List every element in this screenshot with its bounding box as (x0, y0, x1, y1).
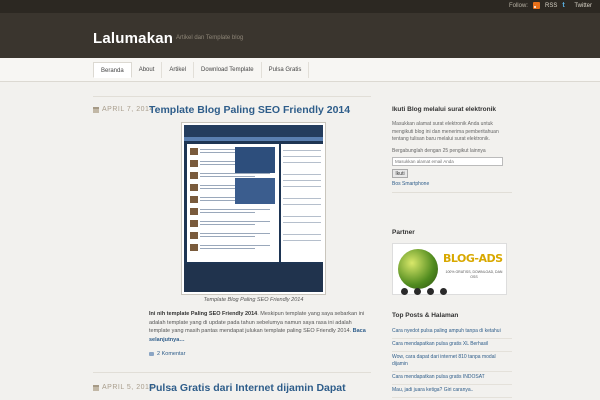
post-title[interactable]: Pulsa Gratis dari Internet dijamin Dapat (149, 382, 346, 394)
subscribe-heading: Ikuti Blog melalui surat elektronik (392, 106, 497, 113)
nav-bar: Beranda About Artikel Download Template … (0, 58, 600, 82)
nav-item-beranda[interactable]: Beranda (93, 62, 132, 78)
blog-ads-banner[interactable]: BLOG-ADS 100% GRATISS, DOWNLOAD, DAN OSS (392, 243, 507, 295)
calendar-icon (93, 106, 99, 113)
top-bar: Follow: RSS t Twitter (0, 0, 600, 13)
site-title[interactable]: Lalumakan (93, 30, 173, 47)
thumb-sidebar (281, 144, 323, 262)
ads-subtitle: 100% GRATISS, DOWNLOAD, DAN OSS (445, 270, 503, 279)
thumb-header (184, 125, 323, 137)
follow-button[interactable]: Ikuti (392, 169, 408, 178)
rss-link[interactable]: RSS (545, 3, 557, 9)
top-posts-heading: Top Posts & Halaman (392, 312, 459, 319)
excerpt-bold: Ini nih template Paling SEO Friendly 201… (149, 311, 258, 317)
list-item[interactable]: Cara mendapatkan pulsa gratis XL Berhasi… (392, 339, 512, 352)
sidebar-link[interactable]: Bos Smartphone (392, 181, 429, 187)
template-screenshot (184, 125, 323, 292)
subscribe-text: Masukkan alamat surat elektronik Anda un… (392, 121, 499, 142)
globe-icon (398, 249, 438, 289)
post-date: APRIL 5, 2014 (93, 384, 154, 391)
image-caption: Template Blog Paling SEO Friendly 2014 (203, 297, 304, 303)
list-item[interactable]: Cara nyedot pulsa paling ampuh tanpa di … (392, 326, 512, 339)
email-input[interactable] (392, 157, 503, 166)
post-image[interactable] (181, 122, 326, 295)
top-posts-list: Cara nyedot pulsa paling ampuh tanpa di … (392, 326, 512, 398)
list-item[interactable]: Wow, cara dapat dari internet 810 tanpa … (392, 352, 512, 372)
ads-figures (401, 288, 447, 295)
post-title[interactable]: Template Blog Paling SEO Friendly 2014 (149, 104, 350, 116)
nav-item-artikel[interactable]: Artikel (162, 62, 195, 78)
ads-title: BLOG-ADS (443, 252, 503, 265)
post-date-text: APRIL 5, 2014 (102, 384, 154, 391)
nav-item-about[interactable]: About (132, 62, 163, 78)
site-header: Lalumakan Artikel dan Template blog (0, 13, 600, 58)
post-date: APRIL 7, 2014 (93, 106, 154, 113)
nav-menu: Beranda About Artikel Download Template … (93, 62, 310, 78)
follow-label: Follow: (508, 2, 528, 9)
post-date-text: APRIL 7, 2014 (102, 106, 154, 113)
thumb-footer (184, 264, 323, 292)
nav-item-pulsa-gratis[interactable]: Pulsa Gratis (262, 62, 310, 78)
site-tagline: Artikel dan Template blog (176, 35, 244, 41)
list-item[interactable]: Cara mendapatkan pulsa gratis INDOSAT (392, 372, 512, 385)
follow-links: Follow: RSS t Twitter (509, 2, 592, 9)
twitter-icon[interactable]: t (562, 2, 569, 9)
nav-item-download-template[interactable]: Download Template (194, 62, 262, 78)
rss-icon[interactable] (532, 2, 540, 9)
follower-count: Bergabunglah dengan 25 pengikut lainnya (392, 148, 486, 154)
calendar-icon (93, 384, 99, 391)
partner-heading: Partner (392, 229, 415, 236)
comment-icon (149, 352, 154, 356)
post-separator (93, 372, 371, 373)
thumb-nav (184, 137, 323, 141)
twitter-link[interactable]: Twitter (574, 3, 592, 9)
post-excerpt: Ini nih template Paling SEO Friendly 201… (149, 310, 371, 344)
list-item[interactable]: Mau, jadi juara ketiga? Giri caranya.. (392, 385, 512, 398)
comments-link[interactable]: 2 Komentar (157, 351, 185, 357)
post-separator (93, 96, 371, 97)
thumb-content (187, 144, 279, 262)
sidebar-divider (392, 192, 512, 193)
comments-link-wrap: 2 Komentar (149, 351, 185, 357)
